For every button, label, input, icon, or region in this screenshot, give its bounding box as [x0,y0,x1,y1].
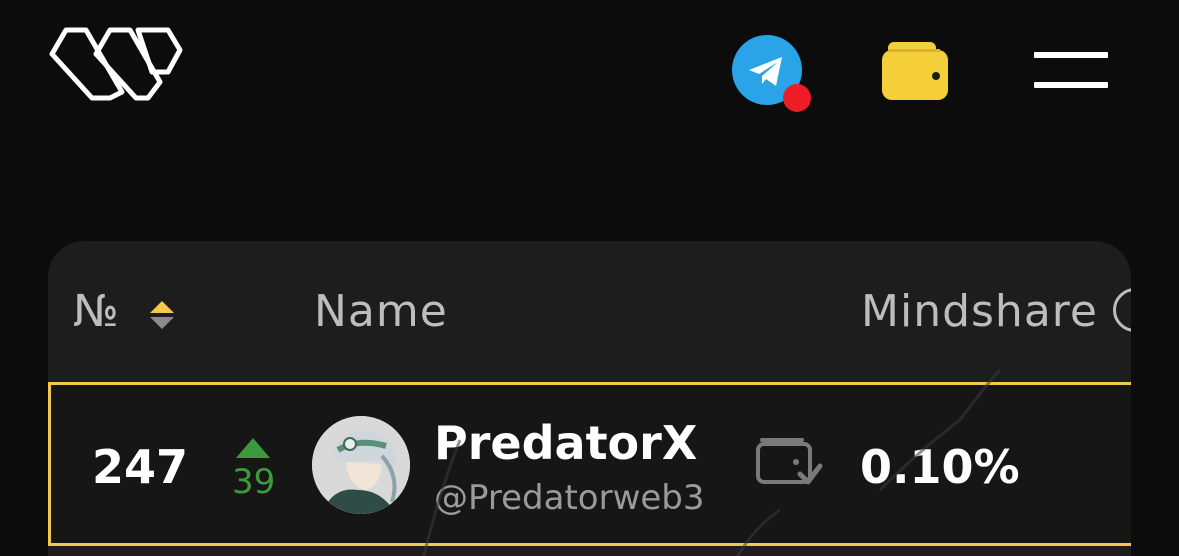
rank-up-arrow-icon [236,438,270,458]
rank-value: 247 [92,440,189,494]
menu-line [1034,82,1108,88]
page: № Name Mindshare 247 39 PredatorX @Preda… [0,0,1179,556]
notification-dot [783,84,811,112]
avatar[interactable] [312,416,410,514]
user-handle[interactable]: @Predatorweb3 [434,478,705,518]
rank-change-value: 39 [232,462,276,502]
column-header-rank[interactable]: № [73,286,120,337]
column-header-mindshare: Mindshare [861,286,1098,337]
mindshare-value: 0.10% [860,440,1020,494]
menu-line [1034,52,1108,58]
hamburger-menu-icon[interactable] [1034,50,1108,90]
sort-icon[interactable] [148,299,176,331]
wallet-verified-icon [756,438,823,485]
column-header-name: Name [314,286,448,337]
wallet-icon[interactable] [880,40,950,102]
edge-mask [1131,240,1179,556]
logo-icon[interactable] [48,24,184,104]
telegram-button[interactable] [732,35,812,115]
user-display-name[interactable]: PredatorX [434,416,697,470]
